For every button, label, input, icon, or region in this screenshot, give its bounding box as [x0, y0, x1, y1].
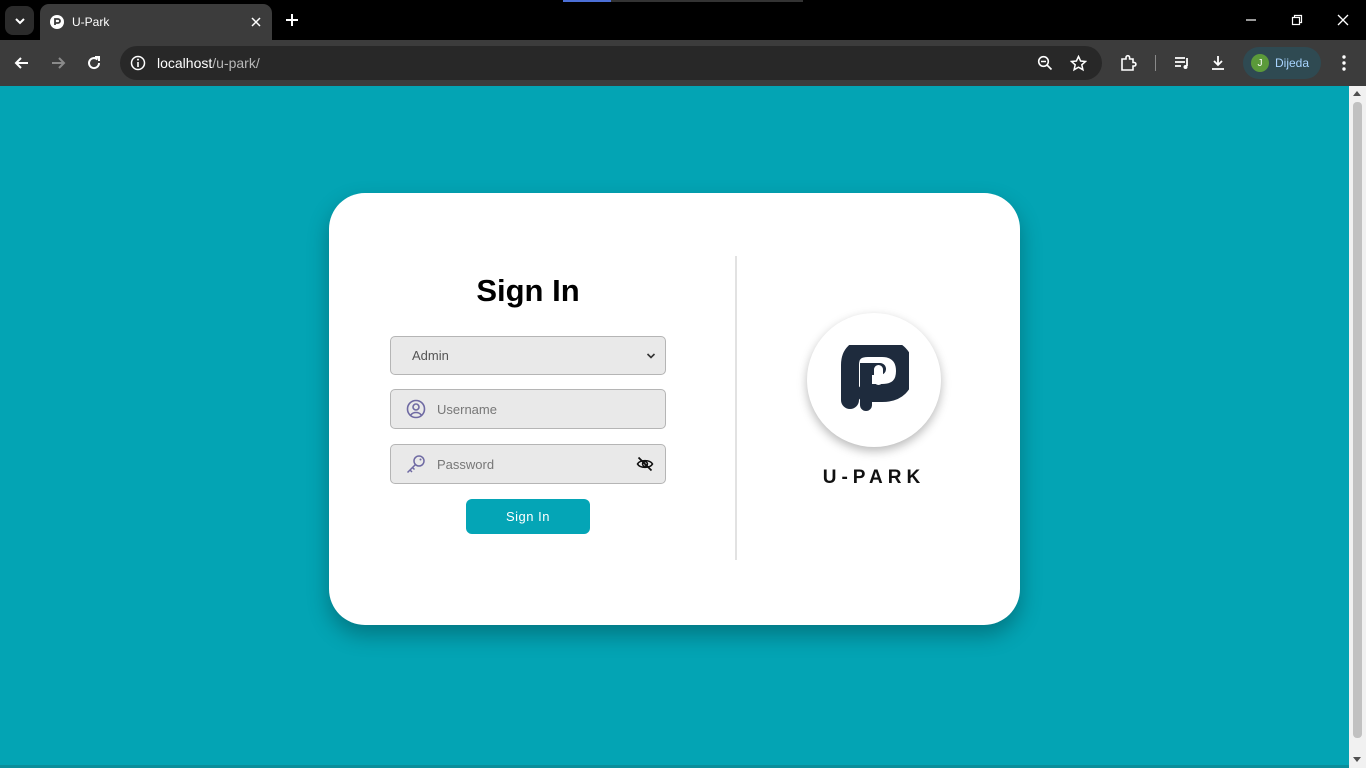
avatar: J	[1251, 54, 1269, 72]
download-icon[interactable]	[1207, 52, 1229, 74]
minimize-button[interactable]	[1233, 6, 1269, 34]
zoom-out-icon[interactable]	[1035, 53, 1055, 73]
arrow-left-icon	[14, 57, 28, 69]
brand-name: U-PARK	[822, 467, 926, 488]
login-card: Sign In Admin Username Password Sign In …	[329, 193, 1020, 625]
u-park-logo	[807, 313, 941, 447]
close-window-button[interactable]	[1325, 6, 1361, 34]
plus-icon	[286, 14, 298, 26]
url-path: /u-park/	[212, 55, 260, 71]
scroll-up-arrow-icon[interactable]	[1353, 91, 1361, 96]
role-select[interactable]: Admin	[390, 336, 666, 375]
tab-search-button[interactable]	[5, 6, 34, 35]
three-dots-icon[interactable]	[1333, 52, 1355, 74]
u-park-favicon-icon	[50, 15, 64, 29]
loading-indicator	[563, 0, 803, 2]
reload-button[interactable]	[81, 50, 107, 76]
restore-icon	[1291, 14, 1303, 26]
star-icon[interactable]	[1068, 53, 1088, 73]
browser-tab[interactable]: U-Park	[40, 4, 272, 40]
password-field[interactable]: Password	[390, 444, 666, 484]
eye-slash-icon[interactable]	[634, 453, 656, 475]
profile-button[interactable]: J Dijeda	[1243, 47, 1321, 79]
chevron-down-icon	[641, 346, 661, 366]
username-field[interactable]: Username	[390, 389, 666, 429]
vertical-divider	[735, 256, 737, 560]
page-title: Sign In	[476, 273, 580, 308]
tab-strip: U-Park	[0, 0, 1366, 40]
toolbar-divider	[1155, 55, 1156, 71]
media-queue-icon[interactable]	[1171, 52, 1193, 74]
minimize-icon	[1246, 19, 1256, 21]
info-icon[interactable]	[128, 53, 148, 73]
url-text[interactable]: localhost/u-park/	[157, 55, 260, 71]
username-input[interactable]: Username	[437, 402, 665, 417]
address-bar[interactable]: localhost/u-park/	[120, 46, 1102, 80]
key-icon	[404, 452, 428, 476]
new-tab-button[interactable]	[280, 8, 304, 32]
browser-toolbar: localhost/u-park/ J Dijeda	[0, 40, 1366, 86]
scroll-thumb[interactable]	[1353, 102, 1362, 738]
chevron-down-icon	[14, 17, 25, 24]
close-tab-icon[interactable]	[246, 12, 266, 32]
forward-button[interactable]	[45, 50, 71, 76]
close-icon	[1337, 14, 1349, 26]
parking-p-icon	[841, 345, 909, 411]
profile-name: Dijeda	[1275, 56, 1310, 70]
user-circle-icon	[404, 397, 428, 421]
arrow-right-icon	[52, 57, 66, 69]
puzzle-icon[interactable]	[1117, 52, 1139, 74]
back-button[interactable]	[9, 50, 35, 76]
reload-icon	[88, 56, 101, 70]
sign-in-button[interactable]: Sign In	[466, 499, 590, 534]
page-scrollbar[interactable]	[1349, 86, 1366, 768]
tab-title: U-Park	[72, 15, 110, 29]
password-input[interactable]: Password	[437, 457, 634, 472]
scroll-down-arrow-icon[interactable]	[1353, 757, 1361, 762]
url-host: localhost	[157, 55, 213, 71]
restore-button[interactable]	[1279, 6, 1315, 34]
role-select-value: Admin	[412, 348, 449, 363]
